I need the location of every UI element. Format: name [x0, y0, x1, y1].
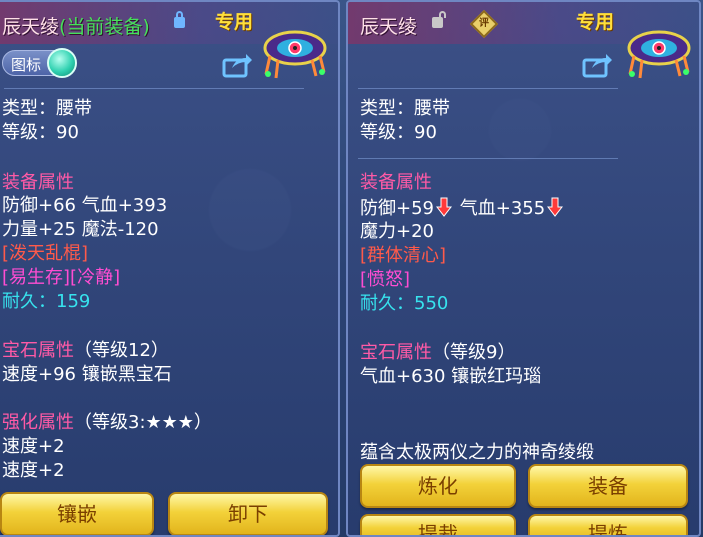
attr-line-2: 魔力+20: [360, 221, 434, 242]
durability-label: 耐久：: [360, 293, 414, 314]
item-title: 辰天绫: [360, 12, 417, 39]
item-name: 辰天绫: [360, 16, 418, 38]
bottom-button-1[interactable]: 提裁: [360, 514, 516, 535]
item-title: 辰天绫(当前装备): [2, 12, 150, 39]
divider: [358, 158, 618, 159]
enhance-section-title: 强化属性（等级3:★★★）: [2, 412, 212, 434]
exclusive-label: 专用: [576, 11, 615, 33]
attr-section-title: 装备属性: [360, 172, 432, 193]
icon-toggle[interactable]: 图标: [2, 48, 77, 78]
compare-equipment-panel: 辰天绫 评 专用 类型：腰带 等级：90 装备属性 防御+59 气血+355 魔…: [346, 0, 701, 537]
item-description: 蕴含太极两仪之力的神奇绫缎: [360, 442, 594, 463]
durability-value: 159: [56, 291, 91, 312]
item-name: 辰天绫: [2, 16, 60, 38]
gem-section-title: 宝石属性（等级12）: [2, 340, 169, 362]
share-icon[interactable]: [222, 52, 252, 78]
durability-label: 耐久：: [2, 291, 56, 312]
divider: [358, 88, 618, 89]
attr-line-1: 防御+66 气血+393: [2, 195, 168, 216]
level-line: 等级：90: [2, 122, 79, 143]
enhance-title: 强化属性: [2, 412, 74, 433]
gem-level: （等级12）: [74, 340, 169, 361]
refine-button[interactable]: 炼化: [360, 464, 516, 508]
attr-section-title: 装备属性: [2, 172, 74, 193]
enhance-level: （等级3:★★★）: [74, 412, 212, 433]
gem-title: 宝石属性: [2, 340, 74, 361]
equipped-tag: (当前装备): [59, 16, 150, 38]
gem-section-title: 宝石属性（等级9）: [360, 342, 515, 364]
defense-stat: 防御+59: [360, 198, 434, 219]
exclusive-label: 专用: [215, 11, 254, 33]
type-line: 类型：腰带: [2, 98, 92, 119]
gem-level: （等级9）: [432, 342, 516, 363]
special-skill: [泼天乱棍]: [2, 243, 89, 264]
current-equipment-panel: 辰天绫(当前装备) 专用 图标 类型：腰带 等级：90 装备属性 防御+66 气…: [0, 0, 340, 537]
divider: [4, 88, 304, 89]
special-effects: [易生存][冷静]: [2, 267, 121, 288]
gem-title: 宝石属性: [360, 342, 432, 363]
enhance-line-1: 速度+2: [2, 436, 65, 457]
enhance-line-2: 速度+2: [2, 460, 65, 481]
bottom-button-2[interactable]: 提炼: [528, 514, 688, 535]
toggle-knob[interactable]: [47, 48, 77, 78]
type-line: 类型：腰带: [360, 98, 450, 119]
attr-line-2: 力量+25 魔法-120: [2, 219, 159, 240]
hp-stat: 气血+355: [459, 198, 546, 219]
unequip-button[interactable]: 卸下: [168, 492, 328, 535]
attr-line-1: 防御+59 气血+355: [360, 197, 565, 220]
inlay-button[interactable]: 镶嵌: [0, 492, 154, 535]
gem-line: 气血+630 镶嵌红玛瑙: [360, 366, 542, 387]
icon-toggle-label: 图标: [11, 56, 42, 74]
special-skill: [群体清心]: [360, 245, 447, 266]
belt-icon: [627, 30, 691, 79]
durability-line: 耐久：159: [2, 291, 90, 313]
down-arrow-icon: [547, 197, 564, 217]
share-icon[interactable]: [582, 52, 612, 78]
durability-line: 耐久：550: [360, 293, 448, 315]
down-arrow-icon: [436, 197, 452, 217]
special-effects: [愤怒]: [360, 269, 411, 290]
level-line: 等级：90: [360, 122, 437, 143]
unlock-icon[interactable]: [432, 11, 446, 28]
equip-button[interactable]: 装备: [528, 464, 688, 508]
review-label: 评: [479, 18, 489, 29]
belt-icon: [263, 30, 327, 79]
lock-icon[interactable]: [174, 11, 185, 28]
durability-value: 550: [414, 293, 449, 314]
gem-line: 速度+96 镶嵌黑宝石: [2, 364, 172, 385]
